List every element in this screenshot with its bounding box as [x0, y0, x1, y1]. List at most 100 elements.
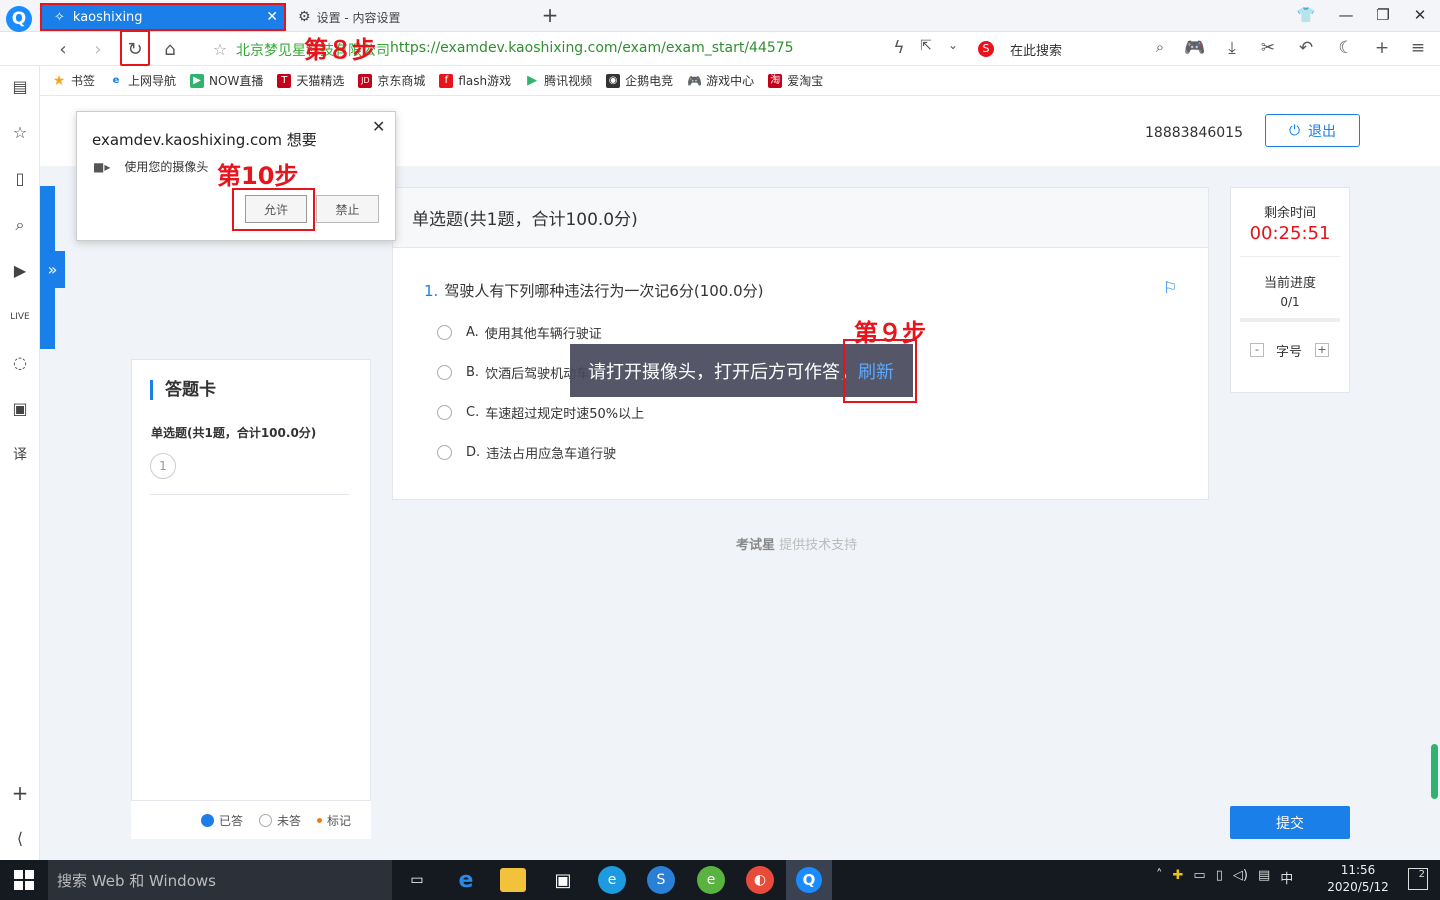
- video-icon[interactable]: ▶: [9, 260, 31, 282]
- radio-button[interactable]: [437, 325, 452, 340]
- notification-icon[interactable]: 2: [1408, 868, 1428, 890]
- option-b[interactable]: B. 饮酒后驾驶机动车: [437, 363, 589, 382]
- bookmark-item[interactable]: ★ 书签: [52, 72, 95, 89]
- close-window-button[interactable]: ✕: [1410, 6, 1430, 26]
- chevron-down-icon[interactable]: ⌄: [941, 38, 965, 52]
- step10-highlight: [232, 188, 315, 231]
- bookmark-item[interactable]: JD 京东商城: [358, 72, 425, 89]
- section-title: 单选题(共1题，合计100.0分): [392, 187, 1209, 248]
- live-icon[interactable]: LIVE: [9, 306, 31, 328]
- scrollbar[interactable]: [1431, 744, 1438, 799]
- add-icon[interactable]: +: [1370, 38, 1394, 58]
- toolbox-icon[interactable]: ▣: [9, 398, 31, 420]
- option-a[interactable]: A. 使用其他车辆行驶证: [437, 323, 602, 342]
- tab-settings[interactable]: ⚙ 设置 - 内容设置: [296, 4, 526, 30]
- sogou-icon[interactable]: S: [647, 866, 675, 894]
- menu-icon[interactable]: ≡: [1406, 38, 1430, 58]
- option-d[interactable]: D. 违法占用应急车道行驶: [437, 443, 616, 462]
- translate-icon[interactable]: 译: [9, 444, 31, 466]
- file-explorer-icon[interactable]: [500, 868, 526, 892]
- ime-language[interactable]: 中: [1280, 868, 1293, 887]
- book-icon[interactable]: ▯: [9, 168, 31, 190]
- bookmark-item[interactable]: 淘爱淘宝: [768, 72, 823, 89]
- deny-button[interactable]: 禁止: [316, 195, 379, 223]
- battery-icon[interactable]: ▭: [1193, 868, 1205, 887]
- mark-question-icon[interactable]: ⚐: [1163, 278, 1177, 297]
- footer: 考试星 提供技术支持: [736, 538, 858, 553]
- clock[interactable]: 11:56 2020/5/12: [1325, 862, 1391, 896]
- search-input[interactable]: 在此搜索: [1010, 40, 1062, 59]
- option-c[interactable]: C. 车速超过规定时速50%以上: [437, 403, 644, 422]
- bookmark-item[interactable]: f flash游戏: [439, 72, 511, 89]
- font-increase-button[interactable]: +: [1315, 343, 1329, 357]
- remaining-time-label: 剩余时间: [1263, 206, 1316, 221]
- taskbar-search[interactable]: 搜索 Web 和 Windows: [48, 860, 392, 900]
- bookmark-item[interactable]: e 上网导航: [109, 72, 176, 89]
- system-tray: ˄ ✚ ▭ ▯ ◁) ▤ 中: [1156, 868, 1293, 887]
- task-view-icon[interactable]: ▭: [403, 866, 431, 894]
- url-field[interactable]: https://examdev.kaoshixing.com/exam/exam…: [390, 40, 794, 56]
- bookmark-item[interactable]: 🎮 游戏中心: [687, 72, 754, 89]
- collapse-sidebar-icon[interactable]: ⟨: [9, 828, 31, 850]
- windows-start-icon[interactable]: [14, 870, 34, 890]
- browser-logo-icon[interactable]: Q: [6, 6, 32, 32]
- tab-kaoshixing[interactable]: ✧ kaoshixing ✕: [40, 3, 286, 31]
- chevron-up-icon[interactable]: ˄: [1156, 868, 1163, 887]
- submit-button[interactable]: 提交: [1230, 806, 1350, 839]
- flash-icon[interactable]: ϟ: [887, 38, 911, 58]
- unanswered-dot-icon: [258, 813, 272, 827]
- bookmark-item[interactable]: T 天猫精选: [277, 72, 344, 89]
- ime-icon[interactable]: ▤: [1258, 868, 1270, 887]
- question-index-1[interactable]: 1: [150, 453, 176, 479]
- search-icon[interactable]: ⌕: [1148, 38, 1172, 56]
- close-icon[interactable]: ✕: [372, 117, 385, 136]
- legend-answered: 已答: [200, 812, 243, 829]
- close-tab-icon[interactable]: ✕: [266, 9, 278, 25]
- restore-button[interactable]: ❐: [1373, 6, 1393, 26]
- favorites-icon[interactable]: ☆: [9, 122, 31, 144]
- moon-icon[interactable]: ☾: [1334, 38, 1358, 58]
- forward-icon[interactable]: ›: [85, 36, 111, 62]
- radio-button[interactable]: [437, 445, 452, 460]
- browser-360-icon[interactable]: e: [697, 866, 725, 894]
- volume-icon[interactable]: ◁): [1233, 868, 1248, 887]
- color-app-icon[interactable]: ◐: [746, 866, 774, 894]
- news-icon[interactable]: ▤: [9, 76, 31, 98]
- logout-button[interactable]: ⏻ 退出: [1265, 114, 1360, 147]
- back-icon[interactable]: ‹: [50, 36, 76, 62]
- search-engine-icon[interactable]: S: [978, 41, 994, 57]
- minimize-button[interactable]: —: [1336, 6, 1356, 26]
- bookmark-item[interactable]: ▶ 腾讯视频: [525, 72, 592, 89]
- chat-icon[interactable]: ◌: [9, 352, 31, 374]
- expand-icon[interactable]: »: [40, 251, 65, 288]
- bookmark-item[interactable]: ▶ NOW直播: [190, 72, 263, 89]
- search-box[interactable]: S 在此搜索: [978, 38, 1174, 60]
- new-tab-button[interactable]: +: [540, 3, 560, 27]
- scissors-icon[interactable]: ✂: [1256, 38, 1280, 58]
- bookmark-item[interactable]: ◉ 企鹅电竞: [606, 72, 673, 89]
- security-icon[interactable]: ✚: [1173, 868, 1184, 887]
- font-decrease-button[interactable]: -: [1250, 343, 1264, 357]
- add-icon[interactable]: +: [9, 782, 31, 804]
- permission-request: ■▸ 使用您的摄像头: [93, 159, 209, 175]
- store-icon[interactable]: ▣: [549, 866, 577, 894]
- qq-browser-icon: Q: [796, 867, 822, 893]
- game-icon[interactable]: 🎮: [1183, 38, 1207, 58]
- home-icon[interactable]: ⌂: [157, 36, 183, 62]
- qq-browser-taskbar-icon[interactable]: Q: [786, 860, 832, 900]
- taobao-icon: 淘: [768, 73, 783, 88]
- search-icon[interactable]: ⌕: [9, 214, 31, 236]
- share-icon[interactable]: ⇱: [914, 38, 938, 54]
- star-icon[interactable]: ☆: [207, 36, 233, 62]
- edge-icon[interactable]: e: [598, 866, 626, 894]
- network-icon[interactable]: ▯: [1216, 868, 1223, 887]
- skin-icon[interactable]: 👕: [1296, 6, 1316, 26]
- step9-highlight: [843, 339, 917, 403]
- progress-label: 当前进度: [1263, 276, 1316, 291]
- radio-button[interactable]: [437, 365, 452, 380]
- edge-legacy-icon[interactable]: e: [452, 866, 480, 894]
- answer-card-legend: 已答 未答 标记: [131, 800, 371, 839]
- radio-button[interactable]: [437, 405, 452, 420]
- undo-icon[interactable]: ↶: [1294, 38, 1318, 58]
- download-icon[interactable]: ⤓: [1220, 38, 1244, 58]
